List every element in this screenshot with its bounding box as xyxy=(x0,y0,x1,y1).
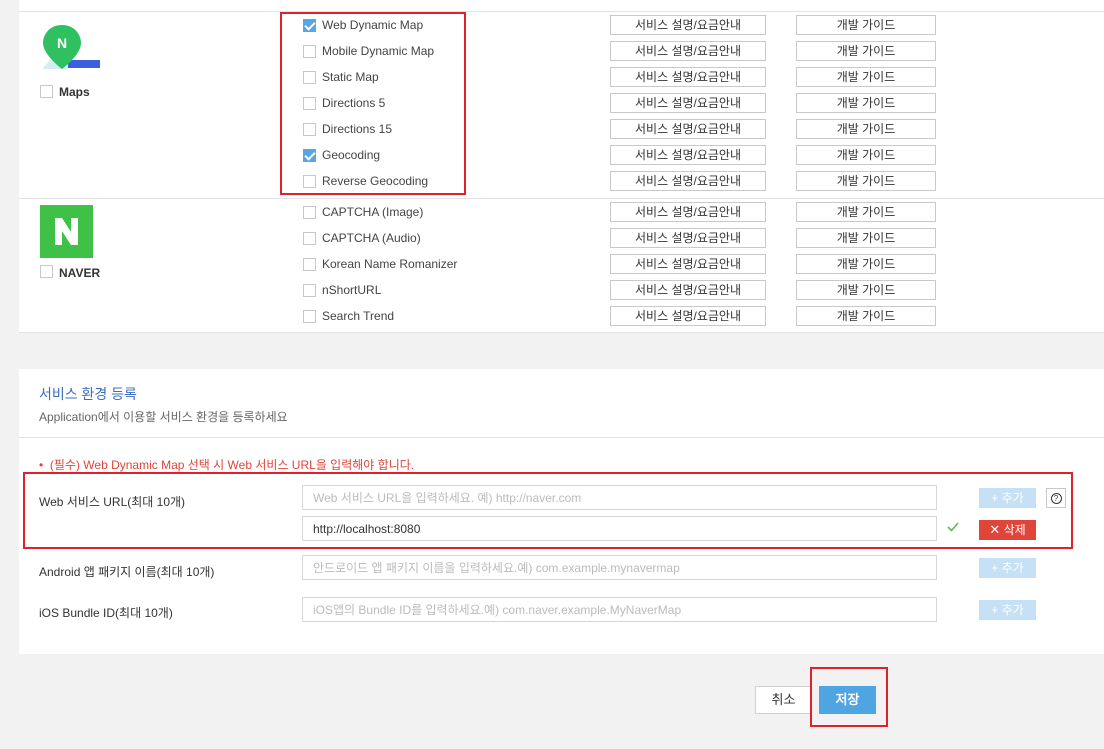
api-checkbox[interactable] xyxy=(303,310,316,323)
dev-guide-button[interactable]: 개발 가이드 xyxy=(796,254,936,274)
required-notice: • (필수) Web Dynamic Map 선택 시 Web 서비스 URL을… xyxy=(39,458,415,472)
service-info-button[interactable]: 서비스 설명/요금안내 xyxy=(610,306,766,326)
api-label: Search Trend xyxy=(322,309,395,323)
ios-add-button[interactable]: + 추가 xyxy=(979,600,1036,620)
service-info-button[interactable]: 서비스 설명/요금안내 xyxy=(610,254,766,274)
android-package-label: Android 앱 패키지 이름(최대 10개) xyxy=(39,565,215,579)
svg-text:N: N xyxy=(57,35,67,51)
maps-logo-icon: N xyxy=(40,23,102,78)
service-info-button[interactable]: 서비스 설명/요금안내 xyxy=(610,93,766,113)
divider xyxy=(19,437,1104,438)
service-info-button[interactable]: 서비스 설명/요금안내 xyxy=(610,202,766,222)
highlight-box xyxy=(810,667,888,727)
section-title: 서비스 환경 등록 xyxy=(39,386,137,402)
dev-guide-button[interactable]: 개발 가이드 xyxy=(796,41,936,61)
dev-guide-button[interactable]: 개발 가이드 xyxy=(796,145,936,165)
ios-bundle-input[interactable] xyxy=(302,597,937,622)
api-checkbox[interactable] xyxy=(303,206,316,219)
dev-guide-button[interactable]: 개발 가이드 xyxy=(796,280,936,300)
notice-text: (필수) Web Dynamic Map 선택 시 Web 서비스 URL을 입… xyxy=(49,458,415,472)
dev-guide-button[interactable]: 개발 가이드 xyxy=(796,93,936,113)
dev-guide-button[interactable]: 개발 가이드 xyxy=(796,67,936,87)
service-info-button[interactable]: 서비스 설명/요금안내 xyxy=(610,119,766,139)
section-description: Application에서 이용할 서비스 환경을 등록하세요 xyxy=(39,410,288,424)
service-info-button[interactable]: 서비스 설명/요금안내 xyxy=(610,280,766,300)
highlight-box xyxy=(23,472,1073,549)
dev-guide-button[interactable]: 개발 가이드 xyxy=(796,228,936,248)
dev-guide-button[interactable]: 개발 가이드 xyxy=(796,306,936,326)
service-info-button[interactable]: 서비스 설명/요금안내 xyxy=(610,41,766,61)
dev-guide-button[interactable]: 개발 가이드 xyxy=(796,171,936,191)
api-label: CAPTCHA (Image) xyxy=(322,205,424,219)
android-add-button[interactable]: + 추가 xyxy=(979,558,1036,578)
api-selection-panel: N Maps Web Dynamic Map 서비스 설명/요금안내 개발 가이드 M… xyxy=(19,0,1104,333)
dev-guide-button[interactable]: 개발 가이드 xyxy=(796,15,936,35)
dev-guide-button[interactable]: 개발 가이드 xyxy=(796,202,936,222)
service-info-button[interactable]: 서비스 설명/요금안내 xyxy=(610,67,766,87)
api-checkbox[interactable] xyxy=(303,258,316,271)
naver-group-label: NAVER xyxy=(59,266,101,280)
maps-group-checkbox[interactable] xyxy=(40,85,53,98)
maps-group-label: Maps xyxy=(59,85,90,99)
api-checkbox[interactable] xyxy=(303,232,316,245)
divider xyxy=(19,198,1104,199)
api-label: nShortURL xyxy=(322,283,382,297)
api-label: CAPTCHA (Audio) xyxy=(322,231,421,245)
android-package-input[interactable] xyxy=(302,555,937,580)
dev-guide-button[interactable]: 개발 가이드 xyxy=(796,119,936,139)
naver-group-checkbox[interactable] xyxy=(40,265,53,278)
service-info-button[interactable]: 서비스 설명/요금안내 xyxy=(610,171,766,191)
naver-logo-icon xyxy=(40,205,93,258)
service-info-button[interactable]: 서비스 설명/요금안내 xyxy=(610,228,766,248)
api-label: Korean Name Romanizer xyxy=(322,257,458,271)
cancel-button[interactable]: 취소 xyxy=(755,686,812,714)
service-env-panel: 서비스 환경 등록 Application에서 이용할 서비스 환경을 등록하세… xyxy=(19,369,1104,654)
ios-bundle-label: iOS Bundle ID(최대 10개) xyxy=(39,606,173,620)
highlight-box xyxy=(280,12,466,195)
api-checkbox[interactable] xyxy=(303,284,316,297)
divider xyxy=(19,11,1104,12)
service-info-button[interactable]: 서비스 설명/요금안내 xyxy=(610,145,766,165)
service-info-button[interactable]: 서비스 설명/요금안내 xyxy=(610,15,766,35)
